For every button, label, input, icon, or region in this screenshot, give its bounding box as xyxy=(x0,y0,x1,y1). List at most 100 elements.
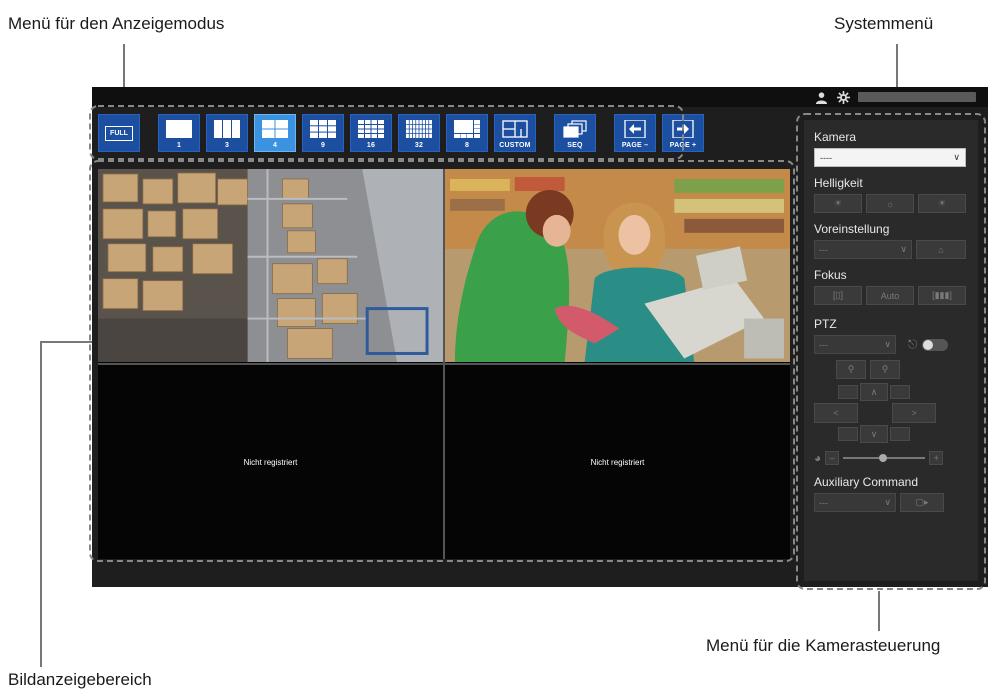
mode-9-button[interactable]: 9 xyxy=(302,114,344,152)
brightness-reset-button[interactable]: ☼ xyxy=(866,194,914,213)
mode-custom-button[interactable]: CUSTOM xyxy=(494,114,536,152)
aux-command-value: --- xyxy=(819,497,828,508)
layout-custom-icon xyxy=(502,120,528,138)
mode-label: 1 xyxy=(176,142,182,149)
video-cell-1[interactable] xyxy=(98,169,443,363)
gear-icon[interactable] xyxy=(836,90,850,104)
user-icon[interactable] xyxy=(814,90,828,104)
zoom-out-button[interactable]: ⚲ xyxy=(836,360,866,379)
ptz-down-right-button[interactable] xyxy=(890,427,910,441)
mode-4-button[interactable]: 4 xyxy=(254,114,296,152)
ptz-down-left-button[interactable] xyxy=(838,427,858,441)
page-next-button[interactable]: PAGE + xyxy=(662,114,704,152)
chevron-up-icon: ∧ xyxy=(870,386,878,397)
not-registered-label: Nicht registriert xyxy=(243,457,298,467)
home-icon: ⌂ xyxy=(938,244,944,255)
mode-8-button[interactable]: 8 xyxy=(446,114,488,152)
camera-control-panel: Kamera ---- ∨ Helligkeit ☀ ☼ ☀ Voreinste… xyxy=(804,120,978,581)
mode-16-button[interactable]: 16 xyxy=(350,114,392,152)
leader-image-area-v xyxy=(40,341,42,667)
page-prev-label: PAGE – xyxy=(621,142,649,149)
chevron-right-icon: > xyxy=(911,408,917,418)
mode-full-button[interactable]: FULL xyxy=(98,114,140,152)
brightness-label: Helligkeit xyxy=(814,176,863,190)
video-cell-2[interactable] xyxy=(445,169,790,363)
full-label: FULL xyxy=(105,125,133,141)
chevron-down-icon: ∨ xyxy=(884,497,891,507)
not-registered-label: Nicht registriert xyxy=(590,457,645,467)
layout-32-icon xyxy=(406,120,432,138)
callout-camera-control-menu: Menü für die Kamerasteuerung xyxy=(706,636,941,655)
image-display-area: Nicht registriert Nicht registriert xyxy=(98,169,790,559)
zoom-in-icon: ⚲ xyxy=(881,364,889,374)
ptz-up-left-button[interactable] xyxy=(838,385,858,399)
focus-near-button[interactable]: [▯] xyxy=(814,286,862,305)
aux-command-send-button[interactable]: ▢▸ xyxy=(900,493,944,512)
display-mode-toolbar: FULL 1 3 4 9 16 32 8 CUSTOM SEQ PAGE – P… xyxy=(98,114,704,154)
speed-decrease-button[interactable]: – xyxy=(825,451,840,465)
top-bar xyxy=(92,87,988,107)
zoom-in-button[interactable]: ⚲ xyxy=(870,360,900,379)
layout-3-icon xyxy=(214,120,240,138)
sun-icon: ☼ xyxy=(885,198,895,209)
user-name-field xyxy=(858,92,976,102)
ptz-left-button[interactable]: < xyxy=(814,403,858,423)
preset-select[interactable]: --- ∨ xyxy=(814,240,912,259)
camera-select-value: ---- xyxy=(820,152,832,163)
brightness-up-button[interactable]: ☀ xyxy=(918,194,966,213)
seq-label: SEQ xyxy=(567,142,583,149)
joystick-toggle[interactable] xyxy=(921,338,948,351)
chevron-down-icon: ∨ xyxy=(953,152,960,162)
ptz-up-right-button[interactable] xyxy=(890,385,910,399)
layout-1-icon xyxy=(166,120,192,138)
layout-8-icon xyxy=(454,120,480,138)
speed-slider[interactable] xyxy=(843,451,926,465)
preset-label: Voreinstellung xyxy=(814,222,890,236)
mode-label: 9 xyxy=(320,142,326,149)
ptz-up-button[interactable]: ∧ xyxy=(860,383,888,401)
camera-label: Kamera xyxy=(814,130,857,144)
mode-label: 8 xyxy=(464,142,470,149)
layout-16-icon xyxy=(358,120,384,138)
seq-button[interactable]: SEQ xyxy=(554,114,596,152)
layout-4-icon xyxy=(262,120,288,138)
mode-1-button[interactable]: 1 xyxy=(158,114,200,152)
focus-label: Fokus xyxy=(814,268,847,282)
camera-icon: ▢▸ xyxy=(915,497,929,507)
focus-auto-button[interactable]: Auto xyxy=(866,286,914,305)
page-prev-button[interactable]: PAGE – xyxy=(614,114,656,152)
speed-increase-button[interactable]: + xyxy=(929,451,944,465)
ptz-right-button[interactable]: > xyxy=(892,403,936,423)
arrow-left-icon xyxy=(624,120,646,138)
preset-select-value: --- xyxy=(819,244,828,255)
ptz-down-button[interactable]: ∨ xyxy=(860,425,888,443)
mode-label: 3 xyxy=(224,142,230,149)
ptz-select-value: --- xyxy=(819,339,828,350)
chevron-down-icon: ∨ xyxy=(884,339,891,349)
camera-select[interactable]: ---- ∨ xyxy=(814,148,966,167)
video-cell-3[interactable]: Nicht registriert xyxy=(98,365,443,559)
mode-32-button[interactable]: 32 xyxy=(398,114,440,152)
chevron-down-icon: ∨ xyxy=(900,244,907,254)
warehouse-camera-image xyxy=(98,169,443,363)
chevron-down-icon: ∨ xyxy=(870,428,878,439)
leader-camera-control xyxy=(878,591,880,631)
speed-gauge-icon: ◕ xyxy=(814,451,822,465)
aux-command-select[interactable]: --- ∨ xyxy=(814,493,896,512)
preset-home-button[interactable]: ⌂ xyxy=(916,240,966,259)
mode-label: 16 xyxy=(366,142,376,149)
video-cell-4[interactable]: Nicht registriert xyxy=(445,365,790,559)
callout-image-display-area: Bildanzeigebereich xyxy=(8,670,152,689)
brightness-down-button[interactable]: ☀ xyxy=(814,194,862,213)
ptz-direction-pad: ∧ < > ∨ xyxy=(814,383,966,443)
focus-far-button[interactable]: [▮▮▮] xyxy=(918,286,966,305)
ptz-select[interactable]: --- ∨ xyxy=(814,335,896,354)
focus-near-icon: [▯] xyxy=(833,290,843,300)
mode-label: 4 xyxy=(272,142,278,149)
callout-display-mode-menu: Menü für den Anzeigemodus xyxy=(8,14,225,33)
joystick-icon: ⎋ xyxy=(908,337,918,351)
mode-3-button[interactable]: 3 xyxy=(206,114,248,152)
focus-auto-label: Auto xyxy=(880,290,900,301)
zoom-out-icon: ⚲ xyxy=(847,364,855,374)
page-next-label: PAGE + xyxy=(669,142,697,149)
